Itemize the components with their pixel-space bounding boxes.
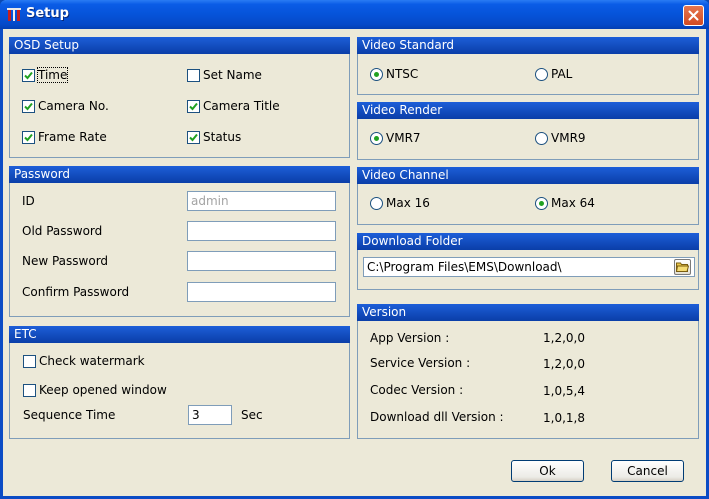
password-panel: Password ID Old Password New Password Co… xyxy=(9,166,350,317)
window-title: Setup xyxy=(26,6,69,21)
vmr9-radio[interactable] xyxy=(535,132,548,145)
app-icon xyxy=(6,6,22,22)
vmr7-label[interactable]: VMR7 xyxy=(386,131,421,145)
frame-rate-checkbox[interactable] xyxy=(22,131,35,144)
check-watermark-checkbox[interactable] xyxy=(23,355,36,368)
download-dll-version-value: 1,0,1,8 xyxy=(543,411,585,425)
folder-icon xyxy=(675,262,690,272)
set-name-label[interactable]: Set Name xyxy=(203,68,262,82)
time-checkbox[interactable] xyxy=(22,69,35,82)
service-version-value: 1,2,0,0 xyxy=(543,357,585,371)
check-watermark-label[interactable]: Check watermark xyxy=(39,354,145,368)
version-panel: Version App Version : 1,2,0,0 Service Ve… xyxy=(357,304,699,439)
close-icon xyxy=(688,10,699,21)
keep-opened-window-label[interactable]: Keep opened window xyxy=(39,383,167,397)
service-version-label: Service Version : xyxy=(370,356,471,370)
download-folder-header: Download Folder xyxy=(357,233,699,250)
video-standard-panel: Video Standard NTSC PAL xyxy=(357,37,699,95)
sequence-unit-label: Sec xyxy=(241,408,263,422)
max-16-label[interactable]: Max 16 xyxy=(386,196,430,210)
etc-header: ETC xyxy=(9,326,350,343)
video-render-header: Video Render xyxy=(357,102,699,119)
osd-setup-panel: OSD Setup Time Set Name Camera No. Camer… xyxy=(9,37,350,158)
confirm-password-label: Confirm Password xyxy=(22,285,130,299)
new-password-field[interactable] xyxy=(187,251,336,271)
title-bar[interactable]: Setup xyxy=(0,0,709,29)
pal-radio[interactable] xyxy=(535,68,548,81)
ntsc-label[interactable]: NTSC xyxy=(386,67,418,81)
camera-title-label[interactable]: Camera Title xyxy=(203,99,280,113)
download-folder-path[interactable]: C:\Program Files\EMS\Download\ xyxy=(363,257,695,277)
setup-window: Setup OSD Setup Time Set Name Camera No.… xyxy=(0,0,709,499)
video-standard-header: Video Standard xyxy=(357,37,699,54)
ntsc-radio[interactable] xyxy=(370,68,383,81)
status-label[interactable]: Status xyxy=(203,130,241,144)
osd-setup-header: OSD Setup xyxy=(9,37,350,54)
cancel-button[interactable]: Cancel xyxy=(611,460,684,482)
codec-version-label: Codec Version : xyxy=(370,383,464,397)
version-header: Version xyxy=(357,304,699,321)
camera-title-checkbox[interactable] xyxy=(187,100,200,113)
video-render-panel: Video Render VMR7 VMR9 xyxy=(357,102,699,160)
app-version-label: App Version : xyxy=(370,331,450,345)
codec-version-value: 1,0,5,4 xyxy=(543,384,585,398)
id-label: ID xyxy=(22,194,35,208)
app-version-value: 1,2,0,0 xyxy=(543,331,585,345)
etc-panel: ETC Check watermark Keep opened window S… xyxy=(9,326,350,439)
ok-button[interactable]: Ok xyxy=(511,460,584,482)
camera-no-checkbox[interactable] xyxy=(22,100,35,113)
sequence-time-label: Sequence Time xyxy=(23,408,116,422)
download-folder-path-text: C:\Program Files\EMS\Download\ xyxy=(367,260,562,274)
sequence-time-input[interactable] xyxy=(188,405,232,425)
max-64-radio[interactable] xyxy=(535,197,548,210)
password-header: Password xyxy=(9,166,350,183)
vmr9-label[interactable]: VMR9 xyxy=(551,131,586,145)
new-password-label: New Password xyxy=(22,254,109,268)
video-channel-panel: Video Channel Max 16 Max 64 xyxy=(357,167,699,225)
pal-label[interactable]: PAL xyxy=(551,67,572,81)
old-password-field[interactable] xyxy=(187,221,336,241)
keep-opened-window-checkbox[interactable] xyxy=(23,384,36,397)
close-button[interactable] xyxy=(683,5,704,26)
time-label[interactable]: Time xyxy=(36,67,69,83)
set-name-checkbox[interactable] xyxy=(187,69,200,82)
max-16-radio[interactable] xyxy=(370,197,383,210)
id-field xyxy=(187,191,336,211)
camera-no-label[interactable]: Camera No. xyxy=(38,99,109,113)
frame-rate-label[interactable]: Frame Rate xyxy=(38,130,107,144)
browse-folder-button[interactable] xyxy=(674,259,691,275)
download-dll-version-label: Download dll Version : xyxy=(370,410,504,424)
max-64-label[interactable]: Max 64 xyxy=(551,196,595,210)
old-password-label: Old Password xyxy=(22,224,103,238)
video-channel-header: Video Channel xyxy=(357,167,699,184)
vmr7-radio[interactable] xyxy=(370,132,383,145)
download-folder-panel: Download Folder C:\Program Files\EMS\Dow… xyxy=(357,233,699,290)
status-checkbox[interactable] xyxy=(187,131,200,144)
confirm-password-field[interactable] xyxy=(187,282,336,302)
